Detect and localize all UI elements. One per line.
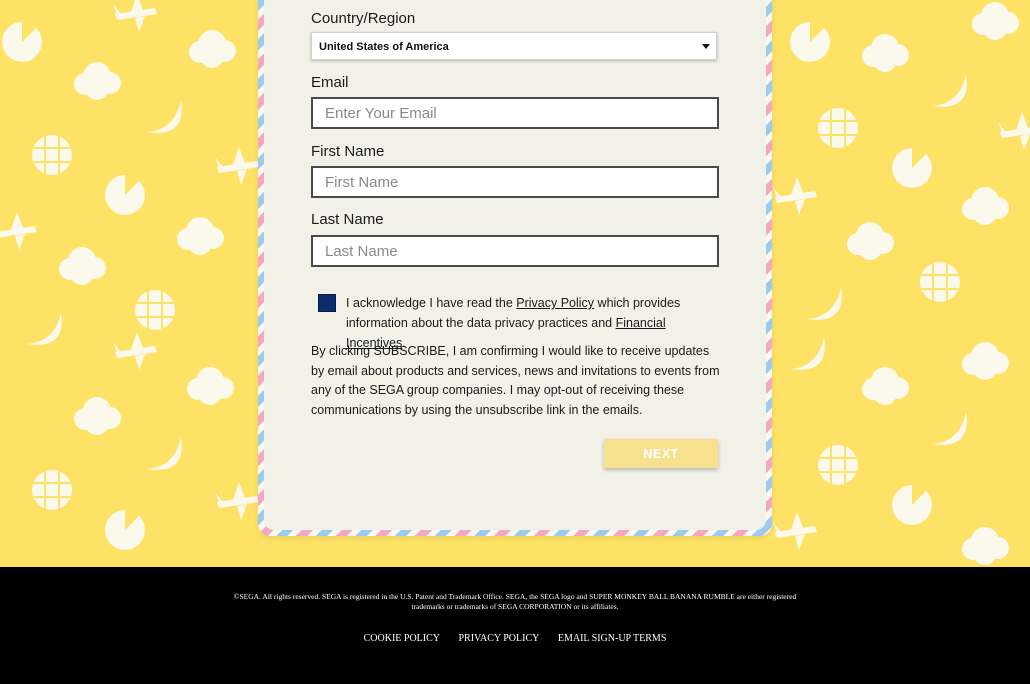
- email-field[interactable]: [311, 97, 719, 129]
- globe-icon: [135, 290, 175, 330]
- banana-icon: [932, 412, 967, 445]
- globe-icon: [818, 108, 858, 148]
- country-select[interactable]: United States of America: [311, 32, 717, 60]
- legal-line-1: ©SEGA. All rights reserved. SEGA is regi…: [233, 592, 797, 601]
- acknowledge-checkbox[interactable]: [318, 294, 336, 312]
- cloud-icon: [59, 247, 106, 285]
- plane-icon: [773, 177, 817, 215]
- cloud-icon: [862, 34, 909, 72]
- plane-icon: [113, 0, 157, 32]
- globe-icon: [32, 135, 72, 175]
- cloud-icon: [189, 30, 236, 68]
- last-name-field[interactable]: [311, 235, 719, 267]
- cloud-icon: [962, 342, 1009, 380]
- banana-icon: [147, 437, 182, 470]
- legal-line-2: trademarks or trademarks of SEGA CORPORA…: [411, 602, 619, 611]
- chevron-down-icon: [702, 44, 710, 49]
- plane-icon: [998, 112, 1030, 150]
- plane-icon: [0, 212, 37, 250]
- footer: ©SEGA. All rights reserved. SEGA is regi…: [0, 567, 1030, 684]
- country-label: Country/Region: [311, 10, 416, 27]
- cloud-icon: [962, 527, 1009, 565]
- email-label: Email: [311, 74, 349, 91]
- legal-notice: ©SEGA. All rights reserved. SEGA is regi…: [220, 592, 810, 612]
- ack-prefix: I acknowledge I have read the: [346, 296, 517, 310]
- cloud-icon: [972, 2, 1019, 40]
- globe-icon: [818, 445, 858, 485]
- cloud-icon: [862, 367, 909, 405]
- last-name-label: Last Name: [311, 211, 384, 228]
- banana-icon: [932, 74, 967, 107]
- privacy-policy-footer-link[interactable]: PRIVACY POLICY: [459, 633, 540, 644]
- consent-text: By clicking SUBSCRIBE, I am confirming I…: [311, 344, 720, 417]
- cloud-icon: [74, 397, 121, 435]
- plane-icon: [113, 332, 157, 370]
- email-signup-terms-link[interactable]: EMAIL SIGN-UP TERMS: [558, 633, 667, 644]
- privacy-policy-link[interactable]: Privacy Policy: [516, 296, 594, 310]
- banana-icon: [790, 337, 825, 370]
- plane-icon: [215, 482, 259, 520]
- cookie-policy-link[interactable]: COOKIE POLICY: [364, 633, 440, 644]
- cloud-icon: [74, 62, 121, 100]
- cloud-icon: [847, 222, 894, 260]
- first-name-label: First Name: [311, 143, 385, 160]
- cloud-icon: [962, 187, 1009, 225]
- footer-links: COOKIE POLICY PRIVACY POLICY EMAIL SIGN-…: [0, 633, 1030, 644]
- globe-icon: [920, 262, 960, 302]
- first-name-field[interactable]: [311, 166, 719, 198]
- plane-icon: [215, 147, 259, 185]
- plane-icon: [773, 512, 817, 550]
- banana-icon: [27, 312, 62, 345]
- cloud-icon: [187, 367, 234, 405]
- country-select-value: United States of America: [319, 41, 449, 53]
- next-button[interactable]: NEXT: [604, 439, 718, 468]
- banana-icon: [147, 100, 182, 133]
- globe-icon: [32, 470, 72, 510]
- cloud-icon: [177, 217, 224, 255]
- banana-icon: [807, 287, 842, 320]
